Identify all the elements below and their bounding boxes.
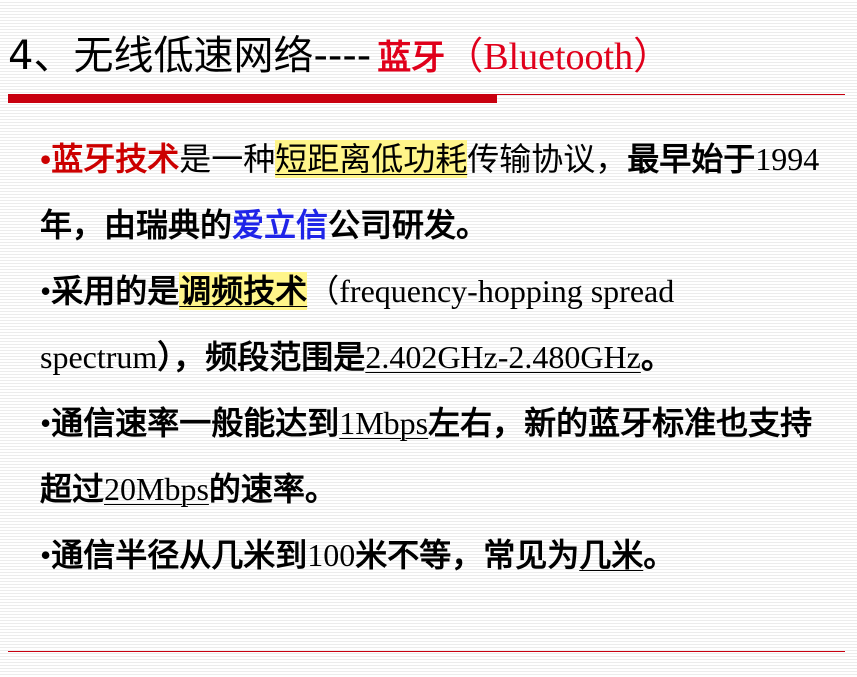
title-paren-close: ） bbox=[633, 36, 672, 78]
highlight-short-range-low-power: 短距离低功耗 bbox=[275, 140, 468, 178]
text: （ bbox=[307, 272, 340, 310]
bullet-paragraph-3: •通信速率一般能达到1Mbps左右，新的蓝牙标准也支持超过20Mbps的速率。 bbox=[40, 390, 830, 522]
text: 米不等，常见为 bbox=[355, 536, 580, 574]
title-accent-bar bbox=[8, 94, 497, 103]
term-bluetooth-tech: 蓝牙技术 bbox=[51, 140, 180, 178]
bullet-marker: • bbox=[40, 405, 52, 441]
slide-title: 4、无线低速网络---- 蓝牙（Bluetooth） bbox=[8, 26, 671, 88]
bullet-paragraph-2: •采用的是调频技术（frequency-hopping spread spect… bbox=[40, 258, 830, 390]
rate-1mbps: 1Mbps bbox=[339, 405, 429, 441]
bullet-marker: • bbox=[40, 273, 52, 309]
bullet-marker: • bbox=[40, 537, 52, 573]
title-paren-open: （ bbox=[445, 36, 484, 78]
bullet-paragraph-1: •蓝牙技术是一种短距离低功耗传输协议，最早始于1994 年，由瑞典的爱立信公司研发… bbox=[40, 126, 830, 258]
text: 年，由瑞典的 bbox=[40, 206, 233, 244]
text: 。 bbox=[643, 536, 676, 574]
distance-100: 100 bbox=[307, 537, 356, 573]
title-paren-text: Bluetooth bbox=[483, 36, 634, 78]
year: 1994 bbox=[755, 141, 820, 177]
text: 传输协议， bbox=[467, 140, 628, 178]
bullet-marker: • bbox=[40, 141, 52, 177]
text: 采用的是 bbox=[51, 272, 180, 310]
title-main: 4、无线低速网络---- bbox=[8, 33, 372, 79]
underlined-few-meters: 几米 bbox=[579, 536, 644, 574]
text: 最早始于 bbox=[627, 140, 756, 178]
text: 公司研发。 bbox=[328, 206, 489, 244]
bullet-paragraph-4: •通信半径从几米到100米不等，常见为几米。 bbox=[40, 522, 830, 588]
text: ），频段范围是 bbox=[157, 338, 366, 376]
frequency-range: 2.402GHz-2.480GHz bbox=[365, 339, 641, 375]
title-highlight: 蓝牙 bbox=[377, 38, 446, 78]
text: 是一种 bbox=[179, 140, 276, 178]
slide-content: •蓝牙技术是一种短距离低功耗传输协议，最早始于1994年，由瑞典的爱立信公司研发… bbox=[40, 126, 830, 588]
text: 通信速率一般能达到 bbox=[51, 404, 340, 442]
company-ericsson: 爱立信 bbox=[232, 206, 329, 244]
text: 。 bbox=[640, 338, 673, 376]
rate-20mbps: 20Mbps bbox=[104, 471, 209, 507]
highlight-frequency-hopping: 调频技术 bbox=[179, 272, 308, 310]
text: 通信半径从几米到 bbox=[51, 536, 308, 574]
text: 的速率。 bbox=[208, 470, 337, 508]
footer-divider-line bbox=[8, 651, 845, 652]
